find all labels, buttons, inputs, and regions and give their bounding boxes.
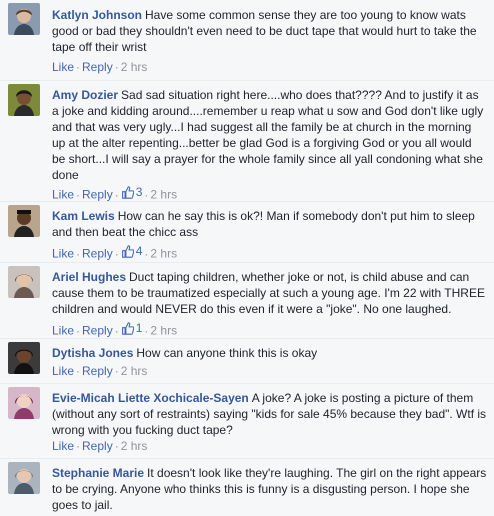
- comment-body: Evie-Micah Liette Xochicale-Sayen A joke?…: [52, 390, 488, 438]
- reply-link[interactable]: Reply: [82, 188, 113, 202]
- like-count[interactable]: 1: [121, 320, 142, 336]
- avatar[interactable]: [8, 266, 40, 298]
- comment-actions: Like · Reply · 2 hrs: [52, 439, 148, 453]
- comment-body: Dytisha Jones How can anyone think this i…: [52, 345, 488, 361]
- comment-body: Stephanie Marie It doesn't look like they…: [52, 465, 488, 513]
- like-link[interactable]: Like: [52, 364, 74, 378]
- comment-timestamp[interactable]: 2 hrs: [121, 60, 148, 74]
- like-link[interactable]: Like: [52, 60, 74, 74]
- reply-link[interactable]: Reply: [82, 439, 113, 453]
- comment-author-link[interactable]: Stephanie Marie: [52, 466, 144, 480]
- comment-item: Amy Dozier Sad sad situation right here..…: [0, 80, 494, 202]
- reply-link[interactable]: Reply: [82, 324, 113, 338]
- reply-link[interactable]: Reply: [82, 247, 113, 261]
- comment-body: Katlyn Johnson Have some common sense the…: [52, 7, 488, 55]
- comment-timestamp[interactable]: 2 hrs: [121, 439, 148, 453]
- reply-link[interactable]: Reply: [82, 364, 113, 378]
- comment-author-link[interactable]: Amy Dozier: [52, 88, 118, 102]
- comment-actions: Like · Reply · 3 · 2 hrs: [52, 184, 178, 202]
- avatar[interactable]: [8, 387, 40, 419]
- comment-body: Kam Lewis How can he say this is ok?! Man…: [52, 208, 488, 240]
- reply-link[interactable]: Reply: [82, 60, 113, 74]
- thumbs-up-icon: [121, 321, 134, 335]
- thumbs-up-icon: [121, 185, 134, 199]
- avatar[interactable]: [8, 84, 40, 116]
- like-link[interactable]: Like: [52, 324, 74, 338]
- comment-item: Kam Lewis How can he say this is ok?! Man…: [0, 201, 494, 262]
- like-count[interactable]: 3: [121, 184, 142, 200]
- avatar[interactable]: [8, 342, 40, 374]
- comment-body: Amy Dozier Sad sad situation right here..…: [52, 87, 488, 183]
- comment-body: Ariel Hughes Duct taping children, whethe…: [52, 269, 488, 317]
- comment-actions: Like · Reply · 4 · 2 hrs: [52, 243, 178, 261]
- avatar[interactable]: [8, 3, 40, 35]
- comment-author-link[interactable]: Ariel Hughes: [52, 270, 126, 284]
- comment-author-link[interactable]: Dytisha Jones: [52, 346, 133, 360]
- comment-item: Evie-Micah Liette Xochicale-Sayen A joke?…: [0, 383, 494, 458]
- like-link[interactable]: Like: [52, 247, 74, 261]
- comment-item: Stephanie Marie It doesn't look like they…: [0, 458, 494, 516]
- comment-text: How can he say this is ok?! Man if someb…: [52, 209, 475, 239]
- thumbs-up-icon: [121, 244, 134, 258]
- comment-actions: Like · Reply · 1 · 2 hrs: [52, 320, 178, 338]
- comment-author-link[interactable]: Katlyn Johnson: [52, 8, 142, 22]
- comment-item: Katlyn Johnson Have some common sense the…: [0, 0, 494, 80]
- like-count[interactable]: 4: [121, 243, 142, 259]
- comment-timestamp[interactable]: 2 hrs: [121, 364, 148, 378]
- comment-text: How can anyone think this is okay: [136, 346, 318, 360]
- like-link[interactable]: Like: [52, 188, 74, 202]
- avatar[interactable]: [8, 205, 40, 237]
- comment-timestamp[interactable]: 2 hrs: [150, 324, 177, 338]
- avatar[interactable]: [8, 462, 40, 494]
- comment-author-link[interactable]: Evie-Micah Liette Xochicale-Sayen: [52, 391, 249, 405]
- comment-text: Sad sad situation right here....who does…: [52, 88, 484, 182]
- comment-item: Dytisha Jones How can anyone think this i…: [0, 338, 494, 383]
- comment-actions: Like · Reply · 2 hrs: [52, 60, 148, 74]
- comment-timestamp[interactable]: 2 hrs: [150, 247, 177, 261]
- like-link[interactable]: Like: [52, 439, 74, 453]
- comment-feed: Katlyn Johnson Have some common sense the…: [0, 0, 494, 516]
- comment-item: Ariel Hughes Duct taping children, whethe…: [0, 262, 494, 338]
- comment-actions: Like · Reply · 2 hrs: [52, 364, 148, 378]
- comment-timestamp[interactable]: 2 hrs: [150, 188, 177, 202]
- comment-author-link[interactable]: Kam Lewis: [52, 209, 115, 223]
